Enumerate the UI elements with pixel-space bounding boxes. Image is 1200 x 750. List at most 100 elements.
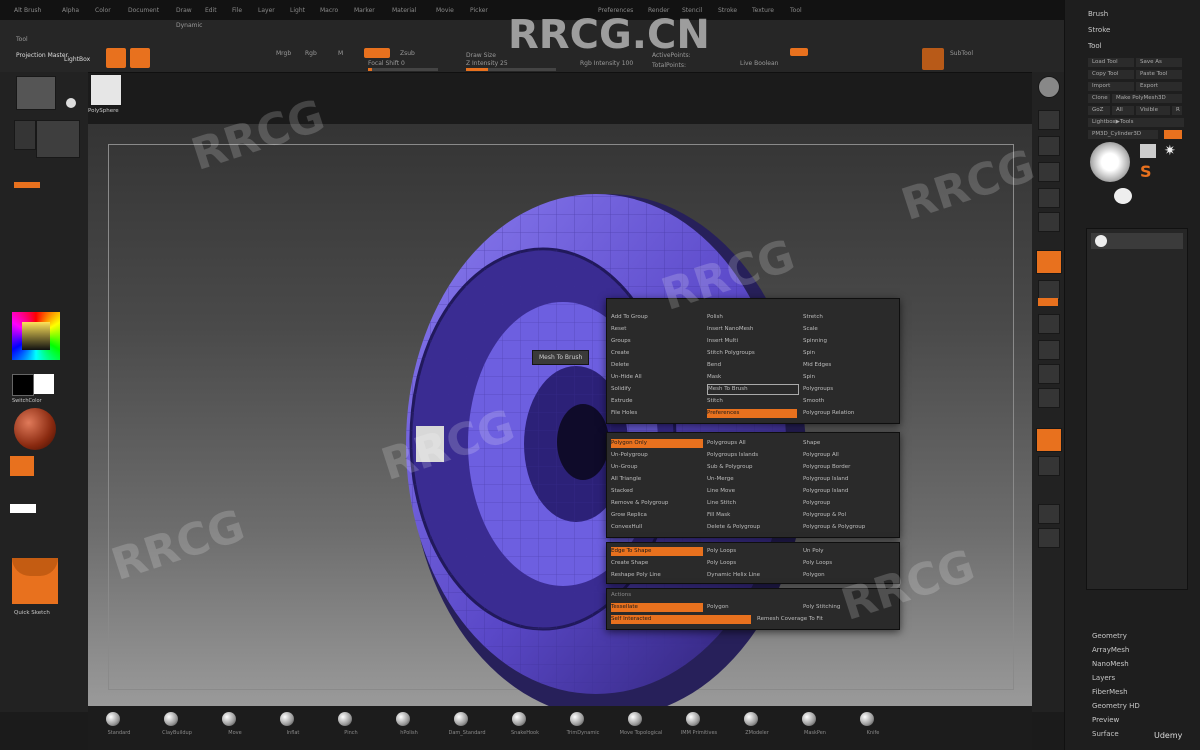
menu2-item[interactable]: Sub & Polygroup xyxy=(707,463,753,472)
menu3-item[interactable]: Un Poly xyxy=(803,547,824,556)
menu1-item[interactable]: Insert NanoMesh xyxy=(707,325,753,334)
scale-icon[interactable] xyxy=(1038,364,1060,384)
goz-button[interactable]: GoZ xyxy=(1088,106,1110,115)
menu2-item[interactable]: Line Stitch xyxy=(707,499,736,508)
move-icon[interactable] xyxy=(1038,340,1060,360)
menu2-item[interactable]: Polygroup Island xyxy=(803,487,848,496)
brush-5-icon[interactable] xyxy=(396,712,410,726)
all-button[interactable]: All xyxy=(1112,106,1134,115)
secondary-color-swatch[interactable] xyxy=(12,374,34,396)
menu1-item[interactable]: Spinning xyxy=(803,337,827,346)
draw-button[interactable] xyxy=(130,48,150,68)
menu1-item[interactable]: Un-Hide All xyxy=(611,373,642,382)
menu-item-stencil[interactable]: Stencil xyxy=(682,7,702,14)
brush-7-icon[interactable] xyxy=(512,712,526,726)
menu-item-render[interactable]: Render xyxy=(648,7,669,14)
menu1-item[interactable]: Polygroup Relation xyxy=(803,409,854,418)
brush-6-icon[interactable] xyxy=(454,712,468,726)
dots-stroke-icon[interactable] xyxy=(14,120,36,150)
tool-icon[interactable] xyxy=(16,76,56,110)
copy-tool-button[interactable]: Copy Tool xyxy=(1088,70,1134,79)
lightbox-button[interactable]: LightBox xyxy=(64,56,90,63)
menu2-item[interactable]: Polygroup & Polygroup xyxy=(803,523,865,532)
brush-0-icon[interactable] xyxy=(106,712,120,726)
menu2-item[interactable]: Shape xyxy=(803,439,820,448)
menu-item-alt-brush[interactable]: Alt Brush xyxy=(14,7,41,14)
tool-palette-title[interactable]: Tool xyxy=(1088,42,1102,50)
menu-item-light[interactable]: Light xyxy=(290,7,305,14)
scroll-icon[interactable] xyxy=(1038,110,1060,130)
bpr-sphere-icon[interactable] xyxy=(1038,76,1060,98)
cylinder-thumbnail[interactable] xyxy=(1140,144,1156,158)
brush-4-icon[interactable] xyxy=(338,712,352,726)
brush-11-icon[interactable] xyxy=(744,712,758,726)
brush-8-icon[interactable] xyxy=(570,712,584,726)
geometry-hd-section[interactable]: Geometry HD xyxy=(1092,702,1140,710)
left-orange-toggle[interactable] xyxy=(14,182,40,188)
menu4-item[interactable]: Remesh Coverage To Fit xyxy=(757,615,823,624)
load-tool-button[interactable]: Load Tool xyxy=(1088,58,1134,67)
brush-9-icon[interactable] xyxy=(628,712,642,726)
quick-sketch-thumbnail[interactable] xyxy=(12,558,58,604)
menu3-item[interactable]: Dynamic Helix Line xyxy=(707,571,760,580)
menu1-item-mesh-to-brush[interactable]: Mesh To Brush xyxy=(707,384,799,395)
menu2-item[interactable]: Delete & Polygroup xyxy=(707,523,760,532)
ghost-icon[interactable] xyxy=(1038,504,1060,524)
menu1-item[interactable]: Spin xyxy=(803,373,815,382)
live-boolean-button[interactable]: Live Boolean xyxy=(740,60,778,67)
menu2-item[interactable]: ConvexHull xyxy=(611,523,642,532)
fibermesh-section[interactable]: FiberMesh xyxy=(1092,688,1128,696)
brush-3-icon[interactable] xyxy=(280,712,294,726)
quick-sketch-label[interactable]: Quick Sketch xyxy=(14,610,50,616)
menu-item-macro[interactable]: Macro xyxy=(320,7,338,14)
menu3-item[interactable]: Polygon xyxy=(803,571,825,580)
menu1-item[interactable]: Add To Group xyxy=(611,313,648,322)
menu2-item-highlighted[interactable]: Polygon Only xyxy=(611,439,703,448)
menu1-item[interactable]: Mid Edges xyxy=(803,361,831,370)
menu-item-document[interactable]: Document xyxy=(128,7,159,14)
brush-10-icon[interactable] xyxy=(686,712,700,726)
stroke-palette-title[interactable]: Stroke xyxy=(1088,26,1110,34)
menu2-item[interactable]: Polygroup Island xyxy=(803,475,848,484)
menu1-item[interactable]: Stitch xyxy=(707,397,723,406)
menu-item-draw[interactable]: Draw xyxy=(176,7,192,14)
local-icon[interactable] xyxy=(1038,280,1060,300)
simple-brush-icon[interactable]: S xyxy=(1140,164,1156,180)
menu2-item[interactable]: Un-Group xyxy=(611,463,637,472)
menu-item-color[interactable]: Color xyxy=(95,7,111,14)
polysphere-icon[interactable] xyxy=(90,74,122,106)
menu3-item[interactable]: Create Shape xyxy=(611,559,648,568)
menu3-item[interactable]: Poly Loops xyxy=(803,559,832,568)
save-as-button[interactable]: Save As xyxy=(1136,58,1182,67)
menu2-item[interactable]: Polygroup xyxy=(803,499,830,508)
menu1-item[interactable]: Reset xyxy=(611,325,626,334)
menu3-item[interactable]: Reshape Poly Line xyxy=(611,571,661,580)
focal-shift-slider[interactable] xyxy=(368,68,438,71)
simplebrush-icon[interactable] xyxy=(66,98,76,108)
rotate-icon[interactable] xyxy=(1038,388,1060,408)
sphere-thumbnail[interactable] xyxy=(1114,188,1132,204)
brush-1-icon[interactable] xyxy=(164,712,178,726)
lightbox-tools-button[interactable]: Lightbox▶Tools xyxy=(1088,118,1184,127)
geometry-section[interactable]: Geometry xyxy=(1092,632,1127,640)
menu2-item[interactable]: Polygroup All xyxy=(803,451,839,460)
solo-icon[interactable] xyxy=(1038,528,1060,548)
visible-button[interactable]: Visible xyxy=(1136,106,1170,115)
brush-palette-title[interactable]: Brush xyxy=(1088,10,1108,18)
nanomesh-section[interactable]: NanoMesh xyxy=(1092,660,1129,668)
menu-item-layer[interactable]: Layer xyxy=(258,7,275,14)
menu1-item-highlighted[interactable]: Preferences xyxy=(707,409,797,418)
menu1-item[interactable]: Bend xyxy=(707,361,721,370)
menu1-item[interactable]: File Holes xyxy=(611,409,637,418)
color-picker-wheel[interactable] xyxy=(12,312,60,360)
material-sphere-icon[interactable] xyxy=(14,408,56,450)
menu1-item[interactable]: Smooth xyxy=(803,397,824,406)
menu2-item[interactable]: All Triangle xyxy=(611,475,641,484)
menu2-item[interactable]: Polygroups All xyxy=(707,439,746,448)
make-polymesh-button[interactable]: Make PolyMesh3D xyxy=(1112,94,1182,103)
polyf-icon[interactable] xyxy=(1036,428,1062,452)
lsym-icon[interactable] xyxy=(1038,314,1060,334)
menu-item-file[interactable]: File xyxy=(232,7,242,14)
menu1-item[interactable]: Stitch Polygroups xyxy=(707,349,755,358)
z-intensity-slider[interactable] xyxy=(466,68,556,71)
